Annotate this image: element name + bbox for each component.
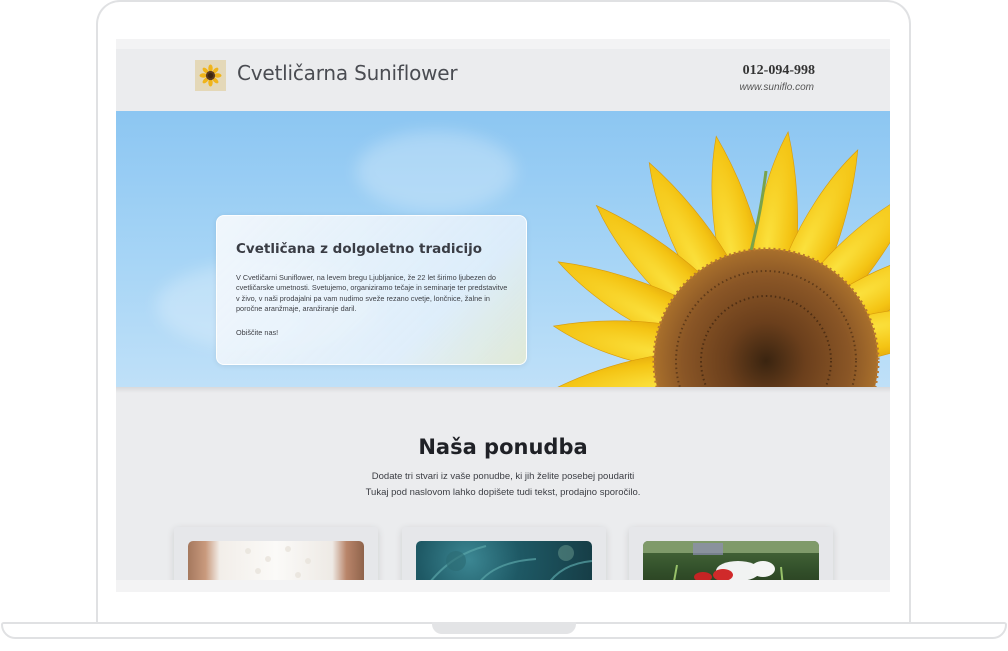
viewport-top-edge <box>116 39 890 49</box>
hero-shadow <box>116 387 890 393</box>
offer-card-funeral[interactable] <box>629 527 833 587</box>
offer-subtitle-line: Dodate tri stvari iz vaše ponudbe, ki ji… <box>371 471 635 482</box>
phone-number[interactable]: 012-094-998 <box>743 63 815 79</box>
hero-title: Cvetličana z dolgoletno tradicijo <box>236 241 483 257</box>
hero-description: V Cvetličarni Suniflower, na levem bregu… <box>236 273 508 313</box>
browser-viewport[interactable]: Cvetličarna Suniflower 012-094-998 www.s… <box>116 39 890 592</box>
viewport-bottom-edge <box>116 580 890 592</box>
brand-name[interactable]: Cvetličarna Suniflower <box>237 61 458 85</box>
website-link[interactable]: www.suniflo.com <box>740 82 814 93</box>
sunflower-logo-icon[interactable] <box>195 60 226 91</box>
offer-section-title: Naša ponudba <box>418 435 588 459</box>
laptop-notch <box>432 622 576 634</box>
site-header: Cvetličarna Suniflower 012-094-998 www.s… <box>116 49 890 111</box>
offer-card-wedding[interactable] <box>174 527 378 587</box>
offer-cards <box>116 527 890 587</box>
hero-banner: Cvetličana z dolgoletno tradicijo V Cvet… <box>116 111 890 387</box>
sunflower-image <box>551 130 890 387</box>
offer-subtitle-line: Tukaj pod naslovom lahko dopišete tudi t… <box>365 487 641 498</box>
hero-call-to-action[interactable]: Obiščite nas! <box>236 328 278 337</box>
offer-card-plants[interactable] <box>402 527 606 587</box>
offer-section-subtitle: Dodate tri stvari iz vaše ponudbe, ki ji… <box>116 469 890 501</box>
hero-info-card: Cvetličana z dolgoletno tradicijo V Cvet… <box>216 215 527 365</box>
